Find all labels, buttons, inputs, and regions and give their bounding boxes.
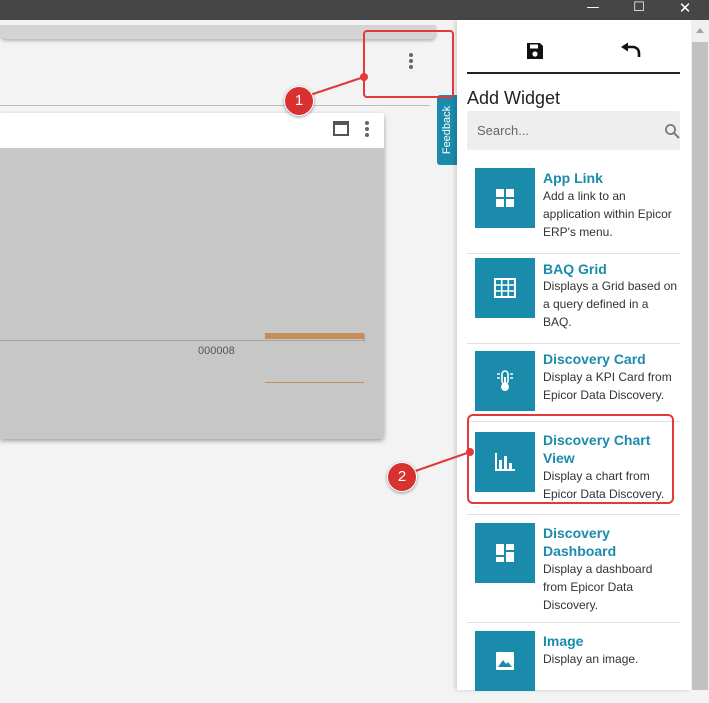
widget-name: Discovery Card <box>543 351 646 367</box>
widget-chart-area: 000008 <box>0 148 384 439</box>
highlight-box-discovery-chart <box>467 414 674 504</box>
undo-icon[interactable] <box>620 42 642 60</box>
widget-description: Display an image. <box>543 652 639 666</box>
search-icon[interactable] <box>664 123 680 139</box>
search-box <box>467 111 680 150</box>
chart-x-axis <box>0 340 364 341</box>
widget-more-menu-button[interactable] <box>360 121 374 139</box>
widget-tile <box>475 523 535 583</box>
feedback-label: Feedback <box>441 105 453 155</box>
widget-tile <box>475 631 535 691</box>
thermometer-icon <box>497 370 513 391</box>
table-grid-icon <box>494 278 516 298</box>
minimize-button[interactable]: — <box>570 0 616 20</box>
chart-tick-label: 000008 <box>198 345 235 357</box>
callout-badge-1: 1 <box>284 86 314 116</box>
widget-header <box>0 113 384 148</box>
widget-tile <box>475 168 535 228</box>
chart-bar <box>265 333 364 339</box>
widget-name: Discovery Dashboard <box>543 525 617 559</box>
more-vert-icon <box>360 121 374 137</box>
feedback-tab[interactable]: Feedback <box>437 95 457 165</box>
chart-axis-tick <box>364 334 365 342</box>
widget-name: BAQ Grid <box>543 261 607 277</box>
dashboard-icon <box>496 544 514 562</box>
image-icon <box>496 652 514 670</box>
widget-item-baq-grid[interactable]: BAQ Grid Displays a Grid based on a quer… <box>467 254 680 344</box>
chart-legend-line <box>265 382 364 383</box>
close-button[interactable]: ✕ <box>662 0 708 20</box>
widget-tile <box>475 258 535 318</box>
widget-item-discovery-dashboard[interactable]: Discovery Dashboard Display a dashboard … <box>467 515 680 623</box>
highlight-box-menu <box>363 30 454 98</box>
window-titlebar: — ☐ ✕ <box>0 0 709 20</box>
widget-name: App Link <box>543 170 603 186</box>
widget-description: Add a link to an application within Epic… <box>543 189 672 239</box>
scroll-up-arrow-icon[interactable] <box>696 28 704 33</box>
widget-description: Displays a Grid based on a query defined… <box>543 279 678 329</box>
widget-tile <box>475 351 535 411</box>
search-input[interactable] <box>467 111 652 150</box>
widget-description: Display a KPI Card from Epicor Data Disc… <box>543 370 672 402</box>
panel-title: Add Widget <box>467 88 561 108</box>
widget-item-discovery-card[interactable]: Discovery Card Display a KPI Card from E… <box>467 344 680 422</box>
save-icon[interactable] <box>526 42 544 60</box>
expand-icon[interactable] <box>333 121 349 136</box>
widget-name: Image <box>543 633 584 649</box>
callout-badge-2: 2 <box>387 462 417 492</box>
widget-description: Display a dashboard from Epicor Data Dis… <box>543 562 653 612</box>
add-widget-panel: Add Widget App Link Add a link to an app… <box>457 20 691 691</box>
divider <box>0 105 430 106</box>
panel-actions-bar <box>467 32 680 74</box>
scroll-thumb[interactable] <box>692 42 708 690</box>
panel-scrollbar[interactable] <box>691 20 709 690</box>
dashboard-canvas: 000008 <box>0 20 457 690</box>
maximize-button[interactable]: ☐ <box>616 0 662 20</box>
widget-item-app-link[interactable]: App Link Add a link to an application wi… <box>467 166 680 254</box>
chart-widget-card: 000008 <box>0 113 384 439</box>
widget-item-image[interactable]: Image Display an image. <box>467 623 680 703</box>
apps-grid-icon <box>496 189 514 207</box>
